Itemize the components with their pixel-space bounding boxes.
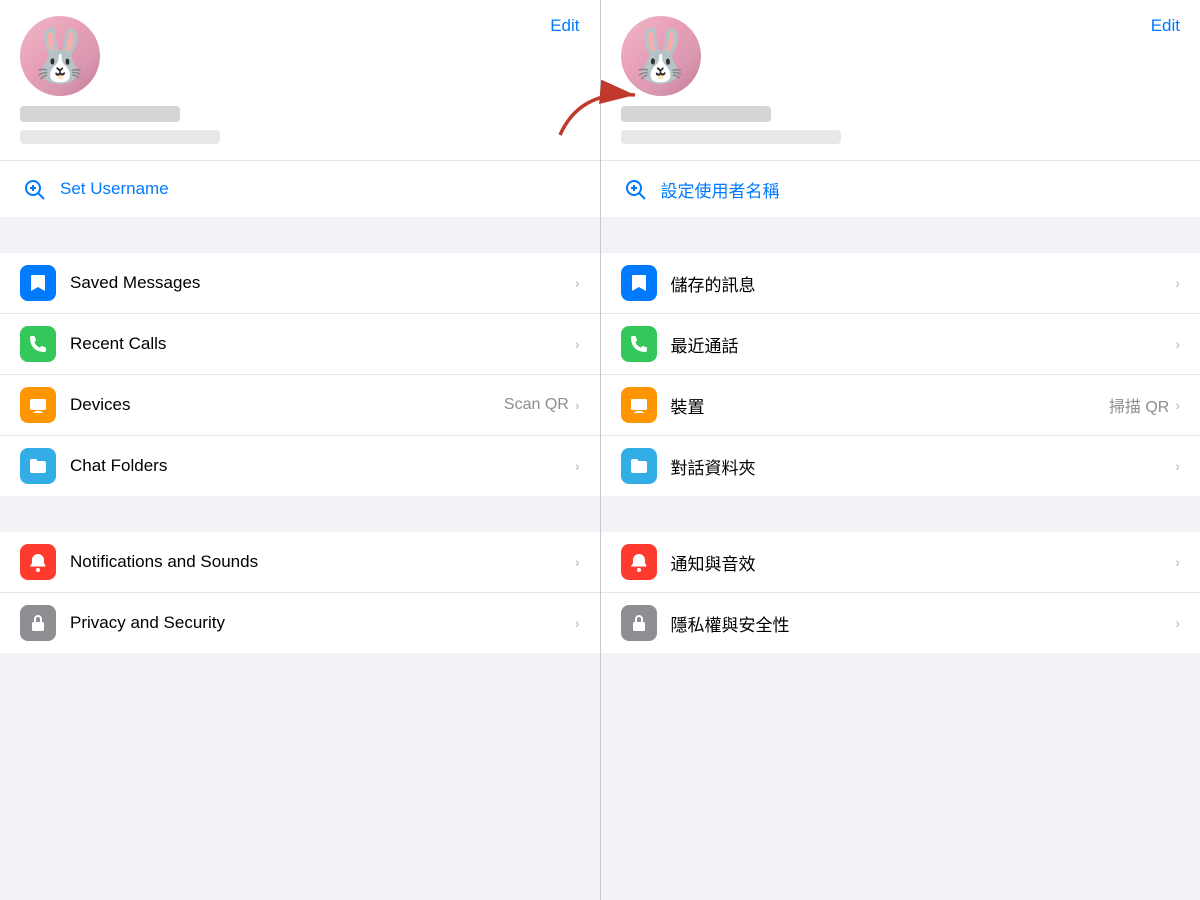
section-gap-2-left — [0, 496, 600, 532]
recent-calls-icon-right — [621, 326, 657, 362]
privacy-label-left: Privacy and Security — [70, 613, 575, 633]
recent-calls-chevron-left: › — [575, 336, 580, 352]
avatar-right — [621, 16, 701, 96]
privacy-icon-right — [621, 605, 657, 641]
recent-calls-label-left: Recent Calls — [70, 334, 575, 354]
profile-phone-left — [20, 130, 220, 144]
devices-item-right[interactable]: 裝置 掃描 QR › — [601, 375, 1200, 436]
settings-group2-left: Notifications and Sounds › Privacy and S… — [0, 532, 600, 653]
notifications-icon-right — [621, 544, 657, 580]
privacy-chevron-right: › — [1175, 615, 1180, 631]
devices-chevron-right: › — [1175, 397, 1180, 413]
chat-folders-chevron-right: › — [1175, 458, 1180, 474]
devices-chevron-left: › — [575, 397, 580, 413]
recent-calls-label-right: 最近通話 — [671, 332, 1176, 357]
recent-calls-icon-left — [20, 326, 56, 362]
devices-item-left[interactable]: Devices Scan QR › — [0, 375, 600, 436]
saved-messages-item-right[interactable]: 儲存的訊息 › — [601, 253, 1200, 314]
saved-messages-chevron-left: › — [575, 275, 580, 291]
section-gap-2-right — [601, 496, 1200, 532]
section-gap-1-left — [0, 217, 600, 253]
saved-messages-item-left[interactable]: Saved Messages › — [0, 253, 600, 314]
saved-messages-label-left: Saved Messages — [70, 273, 575, 293]
profile-name-left — [20, 106, 180, 122]
devices-icon-left — [20, 387, 56, 423]
privacy-item-left[interactable]: Privacy and Security › — [0, 593, 600, 653]
set-username-left[interactable]: Set Username — [0, 160, 600, 217]
profile-phone-right — [621, 130, 841, 144]
notifications-chevron-right: › — [1175, 554, 1180, 570]
avatar-left — [20, 16, 100, 96]
saved-messages-chevron-right: › — [1175, 275, 1180, 291]
notifications-label-left: Notifications and Sounds — [70, 552, 575, 572]
notifications-icon-left — [20, 544, 56, 580]
username-label-right: 設定使用者名稱 — [661, 177, 1181, 202]
privacy-icon-left — [20, 605, 56, 641]
devices-label-right: 裝置 — [671, 393, 1109, 418]
username-icon-right — [621, 175, 649, 203]
devices-label-left: Devices — [70, 395, 504, 415]
devices-icon-right — [621, 387, 657, 423]
username-label-left: Set Username — [60, 179, 580, 199]
saved-messages-icon-right — [621, 265, 657, 301]
chat-folders-label-left: Chat Folders — [70, 456, 575, 476]
edit-button-left[interactable]: Edit — [550, 16, 579, 36]
settings-group2-right: 通知與音效 › 隱私權與安全性 › — [601, 532, 1200, 653]
settings-group1-left: Saved Messages › Recent Calls › Devices … — [0, 253, 600, 496]
recent-calls-item-left[interactable]: Recent Calls › — [0, 314, 600, 375]
username-icon-left — [20, 175, 48, 203]
notifications-item-right[interactable]: 通知與音效 › — [601, 532, 1200, 593]
edit-button-right[interactable]: Edit — [1151, 16, 1180, 36]
recent-calls-chevron-right: › — [1175, 336, 1180, 352]
chat-folders-item-right[interactable]: 對話資料夾 › — [601, 436, 1200, 496]
privacy-chevron-left: › — [575, 615, 580, 631]
section-gap-1-right — [601, 217, 1200, 253]
recent-calls-item-right[interactable]: 最近通話 › — [601, 314, 1200, 375]
devices-secondary-right: 掃描 QR — [1109, 393, 1169, 417]
set-username-right[interactable]: 設定使用者名稱 — [601, 160, 1200, 217]
notifications-item-left[interactable]: Notifications and Sounds › — [0, 532, 600, 593]
settings-group1-right: 儲存的訊息 › 最近通話 › 裝置 掃描 QR › — [601, 253, 1200, 496]
chat-folders-item-left[interactable]: Chat Folders › — [0, 436, 600, 496]
saved-messages-label-right: 儲存的訊息 — [671, 271, 1176, 296]
chat-folders-icon-right — [621, 448, 657, 484]
saved-messages-icon-left — [20, 265, 56, 301]
notifications-chevron-left: › — [575, 554, 580, 570]
chat-folders-chevron-left: › — [575, 458, 580, 474]
devices-secondary-left: Scan QR — [504, 396, 569, 414]
profile-name-right — [621, 106, 771, 122]
notifications-label-right: 通知與音效 — [671, 550, 1176, 575]
privacy-item-right[interactable]: 隱私權與安全性 › — [601, 593, 1200, 653]
privacy-label-right: 隱私權與安全性 — [671, 611, 1176, 636]
chat-folders-icon-left — [20, 448, 56, 484]
chat-folders-label-right: 對話資料夾 — [671, 454, 1176, 479]
